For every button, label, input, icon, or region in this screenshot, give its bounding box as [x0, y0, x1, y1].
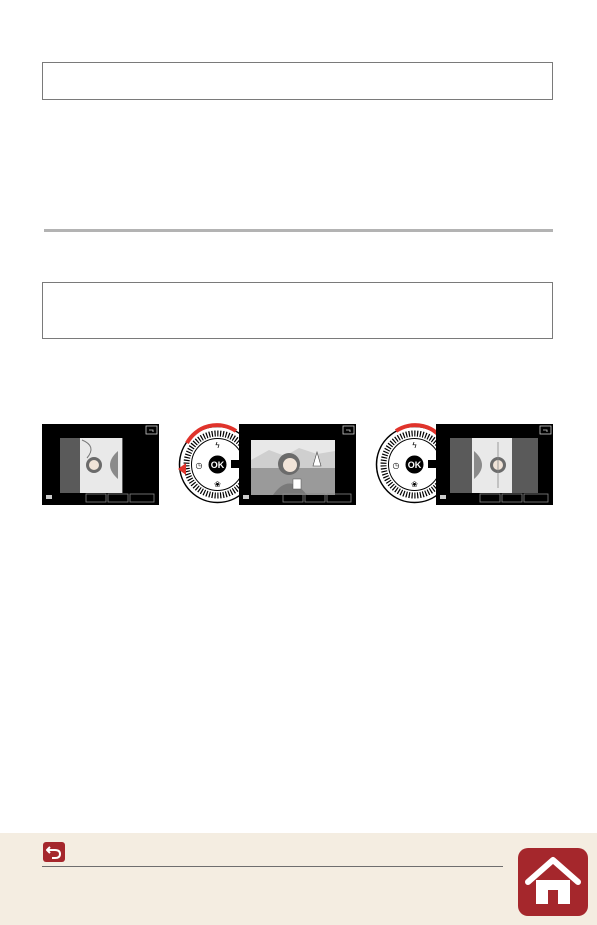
top-box [42, 62, 553, 100]
footer-divider [42, 866, 503, 867]
ok-button-label: OK [408, 460, 422, 470]
ok-button-label: OK [211, 460, 225, 470]
section-divider [44, 229, 553, 232]
svg-text:◷: ◷ [393, 461, 400, 470]
footer-bar [0, 833, 597, 925]
camera-screen-rotated-left [42, 424, 159, 505]
back-arrow-icon [46, 846, 62, 859]
back-button[interactable] [43, 842, 65, 862]
svg-text:❀: ❀ [214, 480, 221, 489]
home-icon [525, 857, 581, 904]
camera-screen-rotated-right [436, 424, 553, 505]
note-box [42, 282, 553, 339]
svg-text:❀: ❀ [411, 480, 418, 489]
home-button[interactable] [518, 848, 588, 916]
camera-screen-normal [239, 424, 356, 505]
svg-text:◷: ◷ [196, 461, 203, 470]
